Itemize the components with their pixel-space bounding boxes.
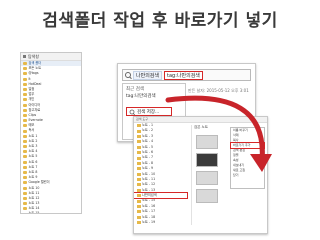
save-search-icon	[129, 109, 135, 114]
notebook-icon	[137, 188, 141, 192]
notebook-icon	[23, 139, 27, 143]
notebook-icon	[23, 103, 27, 107]
search-chip[interactable]: 나만의검색	[133, 70, 163, 80]
recent-search-item[interactable]: tag:나만의검색	[123, 92, 185, 100]
context-menu-item-label: 검색 편집	[233, 148, 245, 152]
notebook-icon	[23, 191, 27, 195]
context-menu-item-label: 속성	[233, 158, 239, 162]
context-menu-item-label: 바로가기 추가	[233, 143, 251, 147]
notebook-icon	[137, 151, 141, 155]
context-menu-item-label: 내보내기	[233, 163, 245, 167]
notebook-icon	[137, 167, 141, 171]
notebook-icon	[23, 119, 27, 123]
context-menu-item-label: 정렬	[233, 153, 239, 157]
notebook-icon	[137, 178, 141, 182]
notebook-icon	[137, 140, 141, 144]
notebook-icon	[23, 165, 27, 169]
notebook-icon	[23, 129, 27, 133]
notebook-icon	[137, 161, 141, 165]
save-search-button[interactable]: 검색 저장...	[126, 107, 172, 116]
slide-title: 검색폴더 작업 후 바로가기 넣기	[42, 11, 278, 31]
notebook-icon	[23, 207, 27, 211]
sidebar-item[interactable]: 노트 15	[21, 211, 81, 214]
notebook-icon	[137, 205, 141, 209]
sidebar-list: 검색 폴더 모든 노트 @tags lt HotDeal 일정 업무 개인 아이디어 참고자료 Cl…	[21, 61, 81, 214]
recent-searches-caption: 최근 검색	[126, 87, 144, 92]
context-menu: 이름 바꾸기 삭제 복사 바로가기 추가 검색 편집 정렬 속성 내보내기 새로 고침 닫기	[230, 127, 265, 189]
notebook-icon	[23, 67, 27, 71]
notebook-icon	[137, 124, 141, 128]
notebook-icon	[23, 181, 27, 185]
notebook-icon	[137, 199, 141, 203]
notebook-icon	[23, 113, 27, 117]
notebook-icon	[137, 156, 141, 160]
sidebar-header: 탐색창	[21, 53, 81, 61]
context-menu-item-label: 삭제	[233, 133, 239, 137]
notebook-icon	[23, 176, 27, 180]
notebook-icon	[23, 160, 27, 164]
notebook-icon	[137, 194, 141, 198]
note-info-text: 만든 날자: 2015-05-12 오후 3:01	[188, 88, 249, 93]
notebook-icon	[23, 77, 27, 81]
notebook-icon	[23, 171, 27, 175]
search-bar[interactable]: 나만의검색 tag:나만의검색	[122, 69, 251, 81]
context-menu-item-label: 닫기	[233, 173, 239, 177]
notebook-icon	[23, 134, 27, 138]
context-menu-item-label: 새로 고침	[233, 168, 245, 172]
notebook-icon	[137, 134, 141, 138]
notebook-icon	[23, 88, 27, 92]
notebook-icon	[23, 72, 27, 76]
notebook-icon	[137, 129, 141, 133]
context-menu-item[interactable]: 닫기	[231, 173, 264, 178]
tree-item-label: 노트 - 19	[142, 220, 156, 225]
notebook-icon	[137, 215, 141, 219]
sidebar-header-label: 탐색창	[28, 54, 40, 59]
notebook-icon	[23, 150, 27, 154]
notebook-icon	[23, 98, 27, 102]
folder-tree-panel: 검색 도구 노트 - 1 노트 - 2 노트 - 3 노트 - 4 노트 - 5 노트 -…	[133, 116, 268, 234]
context-menu-item-label: 이름 바꾸기	[233, 128, 248, 132]
notebook-icon	[137, 145, 141, 149]
note-thumbnail	[196, 135, 218, 149]
evernote-sidebar-panel: 탐색창 검색 폴더 모든 노트 @tags lt HotDeal 일정 업무 개인 아이디어 참고…	[20, 52, 82, 214]
notebook-icon	[23, 186, 27, 190]
search-query-tag[interactable]: tag:나만의검색	[164, 70, 203, 80]
notebook-icon	[23, 93, 27, 97]
notebook-icon	[23, 62, 27, 66]
note-thumbnail	[196, 171, 218, 185]
notebook-icon	[23, 145, 27, 149]
save-search-label: 검색 저장...	[137, 109, 160, 115]
sidebar-item-label: 노트 15	[28, 211, 40, 214]
tree-item[interactable]: 노트 - 19	[134, 220, 187, 225]
sidebar-icon	[23, 55, 26, 58]
notebook-icon	[23, 108, 27, 112]
note-thumbnail	[196, 189, 218, 203]
notebook-icon	[137, 221, 141, 225]
notebook-icon	[23, 155, 27, 159]
context-menu-item-label: 복사	[233, 138, 239, 142]
notebook-icon	[23, 202, 27, 206]
notebook-icon	[23, 124, 27, 128]
notebook-icon	[23, 196, 27, 200]
note-thumbnail	[196, 153, 218, 167]
search-icon	[125, 72, 131, 78]
notebook-icon	[137, 210, 141, 214]
notebook-icon	[23, 212, 27, 213]
notebook-icon	[23, 82, 27, 86]
notebook-icon	[137, 172, 141, 176]
notebook-icon	[137, 183, 141, 187]
tree-list: 노트 - 1 노트 - 2 노트 - 3 노트 - 4 노트 - 5 노트 - 6 노트 -…	[134, 123, 188, 225]
